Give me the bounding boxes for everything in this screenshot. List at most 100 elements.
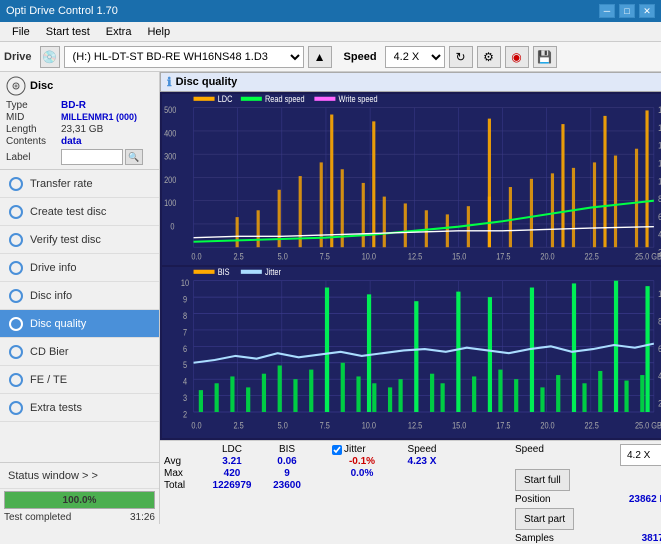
create-test-icon [8, 204, 24, 220]
sidebar-item-cd-bier[interactable]: CD Bier [0, 338, 159, 366]
sidebar-item-create-test[interactable]: Create test disc [0, 198, 159, 226]
speed-row: Speed 4.2 X [515, 444, 661, 466]
status-window-button[interactable]: Status window > > [0, 463, 159, 489]
disc-label-button[interactable]: 🔍 [125, 149, 143, 165]
svg-text:7.5: 7.5 [320, 251, 330, 262]
close-button[interactable]: ✕ [639, 4, 655, 18]
transfer-rate-label: Transfer rate [30, 178, 93, 190]
disc-contents-key: Contents [6, 136, 61, 147]
sidebar: Disc Type BD-R MID MILLENMR1 (000) Lengt… [0, 72, 160, 524]
chart-ldc: LDC Read speed Write speed 500 400 300 2… [162, 94, 661, 265]
svg-text:22.5: 22.5 [585, 251, 600, 262]
svg-text:0.0: 0.0 [191, 251, 201, 262]
menu-bar: File Start test Extra Help [0, 22, 661, 42]
speed-select[interactable]: 4.2 X [385, 46, 445, 68]
refresh-button[interactable]: ↻ [449, 46, 473, 68]
disc-quality-header-icon: ℹ [167, 75, 172, 89]
cd-bier-label: CD Bier [30, 346, 69, 358]
svg-text:Jitter: Jitter [265, 267, 281, 277]
svg-text:2.5: 2.5 [233, 419, 243, 430]
svg-text:400: 400 [164, 127, 176, 138]
svg-text:200: 200 [164, 174, 176, 185]
disc-quality-button[interactable]: ◉ [505, 46, 529, 68]
drive-icon: 💿 [40, 46, 60, 68]
svg-text:0.0: 0.0 [191, 419, 201, 430]
window-title: Opti Drive Control 1.70 [6, 5, 118, 17]
menu-help[interactable]: Help [139, 24, 178, 40]
svg-text:300: 300 [164, 151, 176, 162]
svg-text:0: 0 [170, 220, 174, 231]
verify-test-icon [8, 232, 24, 248]
sidebar-item-disc-info[interactable]: Disc info [0, 282, 159, 310]
stats-table: LDC BIS Jitter Speed Avg 3.21 [164, 444, 507, 544]
disc-quality-label: Disc quality [30, 318, 86, 330]
chart-ldc-svg: LDC Read speed Write speed 500 400 300 2… [162, 94, 661, 265]
chart-bis-svg: BIS Jitter 10 9 8 7 6 5 4 3 2 10% 8% [162, 267, 661, 438]
svg-text:15.0: 15.0 [452, 419, 467, 430]
settings-button[interactable]: ⚙ [477, 46, 501, 68]
sidebar-item-fe-te[interactable]: FE / TE [0, 366, 159, 394]
disc-svg-icon [6, 76, 26, 96]
total-label: Total [164, 480, 202, 491]
minimize-button[interactable]: ─ [599, 4, 615, 18]
col-bis: BIS [262, 444, 312, 455]
save-button[interactable]: 💾 [533, 46, 557, 68]
progress-bar-container: 100.0% [4, 491, 155, 509]
col-speed-label: Speed [392, 444, 452, 455]
disc-info-icon [8, 288, 24, 304]
avg-label: Avg [164, 456, 202, 467]
menu-start-test[interactable]: Start test [38, 24, 98, 40]
svg-text:20.0: 20.0 [540, 251, 555, 262]
sidebar-item-disc-quality[interactable]: Disc quality [0, 310, 159, 338]
progress-text: 100.0% [5, 492, 154, 508]
disc-quality-title: Disc quality [176, 76, 238, 88]
disc-label-input[interactable] [61, 149, 123, 165]
disc-mid-row: MID MILLENMR1 (000) [6, 112, 153, 123]
content-panel: ℹ Disc quality [160, 72, 661, 524]
svg-text:7.5: 7.5 [320, 419, 330, 430]
extra-tests-icon [8, 400, 24, 416]
jitter-checkbox-group: Jitter [332, 444, 392, 455]
speed-label: Speed [344, 51, 377, 63]
svg-text:15.0: 15.0 [452, 251, 467, 262]
sidebar-item-transfer-rate[interactable]: Transfer rate [0, 170, 159, 198]
sidebar-item-drive-info[interactable]: Drive info [0, 254, 159, 282]
eject-button[interactable]: ▲ [308, 46, 332, 68]
menu-file[interactable]: File [4, 24, 38, 40]
svg-text:2: 2 [183, 409, 187, 420]
svg-text:6: 6 [183, 343, 187, 354]
chart-bis: BIS Jitter 10 9 8 7 6 5 4 3 2 10% 8% [162, 267, 661, 438]
jitter-label: Jitter [344, 444, 366, 455]
svg-text:9: 9 [183, 294, 187, 305]
menu-extra[interactable]: Extra [98, 24, 140, 40]
disc-mid-val: MILLENMR1 (000) [61, 112, 137, 123]
start-full-button[interactable]: Start full [515, 469, 570, 491]
stats-footer: LDC BIS Jitter Speed Avg 3.21 [160, 440, 661, 524]
svg-text:5.0: 5.0 [278, 419, 288, 430]
position-val: 23862 MB [629, 494, 661, 505]
main-area: Disc Type BD-R MID MILLENMR1 (000) Lengt… [0, 72, 661, 524]
samples-label: Samples [515, 533, 554, 544]
avg-jitter: -0.1% [332, 456, 392, 467]
start-part-button[interactable]: Start part [515, 508, 574, 530]
drive-select[interactable]: (H:) HL-DT-ST BD-RE WH16NS48 1.D3 [64, 46, 304, 68]
svg-text:20.0: 20.0 [540, 419, 555, 430]
max-bis: 9 [262, 468, 312, 479]
col-ldc: LDC [202, 444, 262, 455]
speed-right-select[interactable]: 4.2 X [620, 444, 661, 466]
maximize-button[interactable]: □ [619, 4, 635, 18]
status-window-label: Status window > > [8, 470, 98, 482]
total-bis: 23600 [262, 480, 312, 491]
window-controls: ─ □ ✕ [599, 4, 655, 18]
disc-type-key: Type [6, 100, 61, 111]
sidebar-item-extra-tests[interactable]: Extra tests [0, 394, 159, 422]
sidebar-item-verify-test[interactable]: Verify test disc [0, 226, 159, 254]
stats-row-avg: Avg 3.21 0.06 -0.1% 4.23 X [164, 456, 507, 467]
position-row: Position 23862 MB [515, 494, 661, 505]
cd-bier-icon [8, 344, 24, 360]
jitter-checkbox[interactable] [332, 445, 342, 455]
max-ldc: 420 [202, 468, 262, 479]
disc-type-row: Type BD-R [6, 100, 153, 111]
avg-ldc: 3.21 [202, 456, 262, 467]
svg-text:Write speed: Write speed [339, 94, 378, 104]
